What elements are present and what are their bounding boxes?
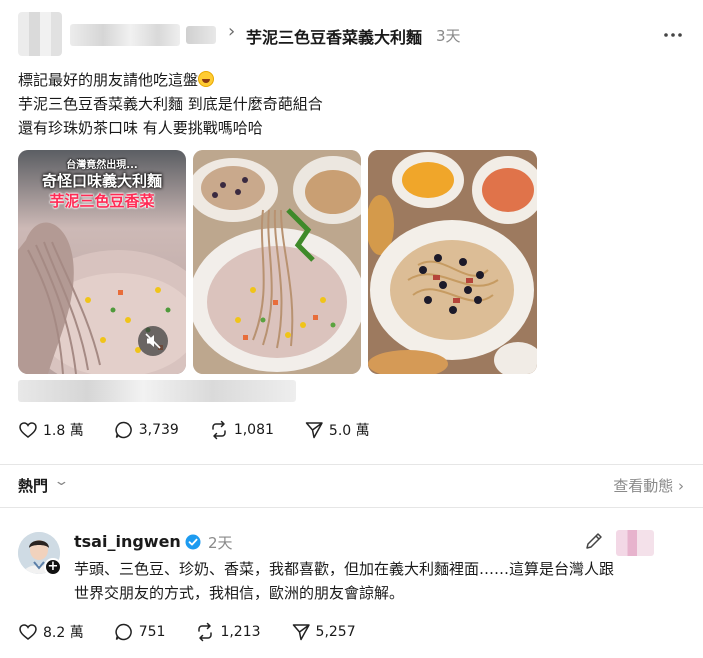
send-icon <box>292 624 310 641</box>
repost-count: 1,081 <box>233 422 274 438</box>
divider <box>0 464 703 465</box>
overlay-line-3: 芋泥三色豆香菜 <box>49 192 155 210</box>
post-line: 還有珍珠奶茶口味 有人要挑戰嗎哈哈 <box>18 119 263 137</box>
repost-icon <box>198 622 213 642</box>
grinning-sweat-emoji-icon <box>198 71 215 87</box>
repost-icon <box>212 420 226 440</box>
overlay-line-2: 奇怪口味義大利麵 <box>41 172 162 190</box>
photo-3[interactable] <box>368 150 537 374</box>
post-actions: 1.8 萬 3,739 1,081 5.0 萬 <box>18 418 400 442</box>
media-gallery: 台灣竟然出現... 奇怪口味義大利麵 芋泥三色豆香菜 <box>18 150 548 374</box>
reply-time[interactable]: 2天 <box>208 532 233 553</box>
comment-icon <box>115 623 132 641</box>
share-count: 5,257 <box>315 624 356 640</box>
topic-link[interactable]: 芋泥三色豆香菜義大利麵 <box>246 24 422 48</box>
like-count: 1.8 萬 <box>43 423 84 439</box>
ellipsis-icon <box>664 33 682 37</box>
share-button[interactable]: 5.0 萬 <box>304 420 370 440</box>
view-activity-link[interactable]: 查看動態 › <box>613 475 684 496</box>
reply-body: 芋頭、三色豆、珍奶、香菜，我都喜歡，但加在義大利麵裡面……這算是台灣人跟 世界交… <box>74 557 684 605</box>
photo-2[interactable] <box>193 150 361 374</box>
heart-icon <box>19 422 37 438</box>
share-button[interactable]: 5,257 <box>291 622 356 642</box>
blurred-avatar[interactable] <box>18 12 62 56</box>
post-header: › 芋泥三色豆香菜義大利麵 3天 <box>18 12 688 56</box>
post-body: 標記最好的朋友請他吃這盤 芋泥三色豆香菜義大利麵 到底是什麼奇葩組合 還有珍珠奶… <box>18 68 678 140</box>
overlay-line-1: 台灣竟然出現... <box>66 160 138 171</box>
repost-button[interactable]: 1,213 <box>195 622 261 642</box>
comment-icon <box>115 421 132 439</box>
video-thumbnail[interactable]: 台灣竟然出現... 奇怪口味義大利麵 芋泥三色豆香菜 <box>18 150 186 374</box>
speaker-muted-icon <box>145 333 161 349</box>
blurred-tag <box>186 26 216 44</box>
reply: + tsai_ingwen 2天 芋頭、三色豆、珍奶、香菜，我都喜歡，但加在義大… <box>18 530 688 610</box>
like-count: 8.2 萬 <box>43 625 84 641</box>
like-button[interactable]: 1.8 萬 <box>18 420 84 440</box>
mute-button[interactable] <box>138 326 168 356</box>
repost-count: 1,213 <box>220 624 261 640</box>
post-time[interactable]: 3天 <box>436 25 461 46</box>
reply-username[interactable]: tsai_ingwen <box>74 532 181 551</box>
share-count: 5.0 萬 <box>328 423 370 439</box>
pencil-icon[interactable] <box>584 531 604 551</box>
comment-count: 751 <box>138 624 166 640</box>
reply-line: 世界交朋友的方式，我相信，歐洲的朋友會諒解。 <box>74 584 405 602</box>
repost-button[interactable]: 1,081 <box>209 420 274 440</box>
divider <box>0 507 703 508</box>
comment-count: 3,739 <box>138 422 179 438</box>
sort-row: 熱門 ⌄ 查看動態 › <box>18 474 684 497</box>
post-line: 芋泥三色豆香菜義大利麵 到底是什麼奇葩組合 <box>18 95 323 113</box>
blurred-region <box>616 530 654 556</box>
verified-badge-icon <box>185 534 201 550</box>
post-line: 標記最好的朋友請他吃這盤 <box>18 68 678 92</box>
chevron-right-icon: › <box>678 477 684 495</box>
comment-button[interactable]: 3,739 <box>114 420 179 440</box>
blurred-username[interactable] <box>70 24 180 46</box>
chevron-right-icon: › <box>228 21 236 42</box>
heart-icon <box>19 624 37 640</box>
blurred-caption <box>18 380 296 402</box>
follow-plus-button[interactable]: + <box>44 558 62 576</box>
reply-line: 芋頭、三色豆、珍奶、香菜，我都喜歡，但加在義大利麵裡面……這算是台灣人跟 <box>74 560 615 578</box>
chevron-down-icon[interactable]: ⌄ <box>53 474 69 489</box>
more-options-button[interactable] <box>658 20 688 50</box>
like-button[interactable]: 8.2 萬 <box>18 622 84 642</box>
reply-actions: 8.2 萬 751 1,213 5,257 <box>18 620 386 644</box>
send-icon <box>305 422 323 439</box>
comment-button[interactable]: 751 <box>114 622 166 642</box>
sort-dropdown[interactable]: 熱門 <box>18 475 48 496</box>
